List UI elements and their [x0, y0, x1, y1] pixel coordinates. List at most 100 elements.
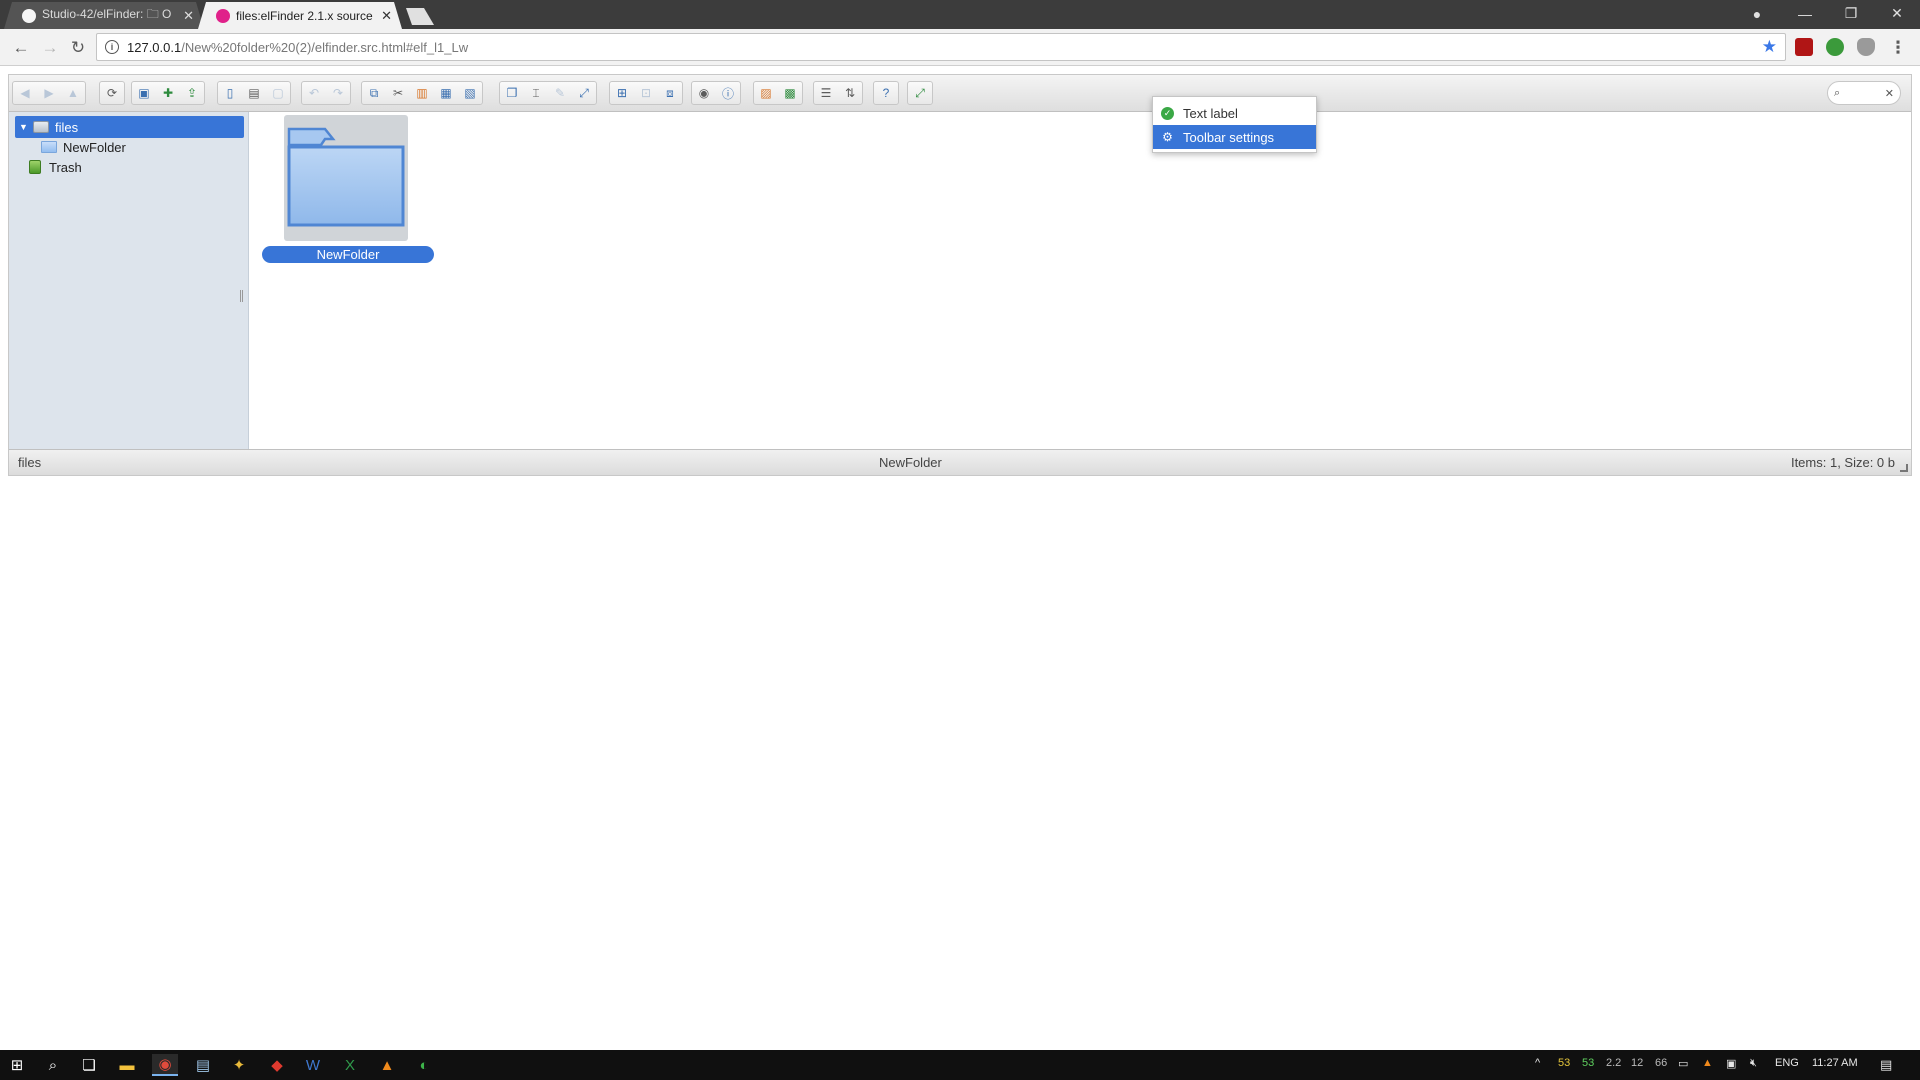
help-icon[interactable]: ? [874, 82, 898, 104]
file-item[interactable]: NewFolder [262, 115, 434, 263]
tree-item-label: NewFolder [63, 139, 126, 155]
tray-value: 12 [1631, 1057, 1644, 1069]
acrobat-icon[interactable]: ◆ [264, 1054, 290, 1076]
resize-icon[interactable]: ⤢ [572, 82, 596, 104]
tree-item-label: files [55, 119, 79, 135]
rename-icon[interactable]: ⌶ [524, 82, 548, 104]
upload-icon[interactable]: ⇪ [180, 82, 204, 104]
select-all-icon[interactable]: ⊞ [610, 82, 634, 104]
chrome-icon[interactable]: ◉ [152, 1054, 178, 1076]
status-summary: Items: 1, Size: 0 b [1790, 455, 1895, 470]
address-bar[interactable]: i 127.0.0.1 /New%20folder%20(2)/elfinder… [96, 33, 1786, 61]
reload-button-set: ⟳ [99, 81, 125, 105]
paste-icon[interactable]: ▥ [410, 82, 434, 104]
archive-button-set: ⊞ ⊡ ⧈ [609, 81, 683, 105]
menu-item-toolbar-settings[interactable]: ⚙ Toolbar settings [1153, 125, 1316, 149]
tray-chevron-icon[interactable]: ^ [1535, 1057, 1540, 1069]
cut-icon[interactable]: ✂ [386, 82, 410, 104]
language-indicator[interactable]: ENG [1775, 1057, 1799, 1069]
duplicate-icon[interactable]: ❐ [500, 82, 524, 104]
extension-globe-icon[interactable] [1826, 38, 1844, 56]
folder-icon [287, 127, 405, 227]
restore-button[interactable]: ❐ [1828, 0, 1874, 27]
tray-value: 53 [1558, 1057, 1571, 1069]
toolbar-context-menu: ✓ Text label ⚙ Toolbar settings [1152, 96, 1317, 153]
close-window-button[interactable]: ✕ [1874, 0, 1920, 27]
pdf-extension-icon[interactable] [1795, 38, 1813, 56]
battery-icon[interactable]: ▭ [1678, 1057, 1688, 1070]
tab-elfinder[interactable]: files:elFinder 2.1.x source ✕ [198, 2, 402, 29]
profile-icon[interactable]: ● [1734, 0, 1780, 27]
elfinder-toolbar: ◀ ▶ ▲ ⟳ ▣ ✚ ⇪ ▯ ▤ ▢ ↶ ↷ ⧉ ✂ ▥ ▦ ▧ ❐ ⌶ ✎ … [9, 75, 1911, 112]
cwd-file-area[interactable]: NewFolder [250, 112, 1911, 450]
resize-grip-icon[interactable] [1900, 464, 1908, 472]
volume-muted-icon[interactable]: 🔇︎ [1750, 1057, 1757, 1070]
info-icon[interactable]: ⓘ [716, 82, 740, 104]
menu-kebab-icon[interactable]: ⋮ [1886, 36, 1910, 60]
extract-icon[interactable]: ▨ [754, 82, 778, 104]
shield-extension-icon[interactable] [1857, 38, 1875, 56]
tab-title: Studio-42/elFinder: 🗀 O [42, 7, 172, 21]
tree-item-files[interactable]: ▼ files [15, 116, 244, 138]
network-icon[interactable]: ▣ [1726, 1057, 1736, 1070]
download-icon[interactable]: ▤ [242, 82, 266, 104]
forward-arrow-icon[interactable]: → [38, 36, 62, 60]
copy-icon[interactable]: ⧉ [362, 82, 386, 104]
search-input[interactable] [1844, 85, 1883, 101]
expand-arrow-icon[interactable]: ▼ [19, 122, 29, 132]
open-icon[interactable]: ▯ [218, 82, 242, 104]
back-arrow-icon[interactable]: ← [9, 36, 33, 60]
file-name[interactable]: NewFolder [262, 246, 434, 263]
redo-icon[interactable]: ↷ [326, 82, 350, 104]
new-folder-icon[interactable]: ▣ [132, 82, 156, 104]
clock[interactable]: 11:27 AM [1812, 1057, 1858, 1069]
status-path[interactable]: files [18, 455, 41, 470]
app-globe-icon[interactable]: ◐ [411, 1054, 437, 1076]
notepad-icon[interactable]: ▤ [190, 1054, 216, 1076]
navbar-resize-handle[interactable] [240, 290, 243, 302]
search-box[interactable]: ⌕ ✕ [1827, 81, 1901, 105]
menu-item-label: Text label [1183, 105, 1238, 121]
delete-icon[interactable]: ▦ [434, 82, 458, 104]
vlc-tray-icon[interactable]: ▲ [1702, 1057, 1713, 1069]
tree-item-trash[interactable]: Trash [29, 156, 82, 178]
action-center-icon[interactable]: ▤ [1880, 1057, 1892, 1073]
up-icon[interactable]: ▲ [61, 82, 85, 104]
word-icon[interactable]: W [300, 1054, 326, 1076]
list-view-icon[interactable]: ☰ [814, 82, 838, 104]
getfile-icon[interactable]: ▢ [266, 82, 290, 104]
bookmark-star-icon[interactable]: ★ [1762, 37, 1777, 57]
reload-icon[interactable]: ⟳ [100, 82, 124, 104]
edit-icon[interactable]: ✎ [548, 82, 572, 104]
preview-eye-icon[interactable]: ◉ [692, 82, 716, 104]
search-icon[interactable]: ⌕ [40, 1054, 66, 1076]
select-none-icon[interactable]: ⊡ [634, 82, 658, 104]
minimize-button[interactable]: — [1782, 0, 1828, 27]
menu-item-text-label[interactable]: ✓ Text label [1153, 101, 1316, 125]
archive-icon[interactable]: ▩ [778, 82, 802, 104]
new-tab-button[interactable] [402, 8, 434, 25]
close-icon[interactable]: ✕ [381, 8, 392, 24]
sort-icon[interactable]: ⇅ [838, 82, 862, 104]
clear-search-icon[interactable]: ✕ [1885, 87, 1894, 100]
tree-item-newfolder[interactable]: NewFolder [41, 136, 126, 158]
select-invert-icon[interactable]: ⧈ [658, 82, 682, 104]
info-icon[interactable]: i [105, 40, 119, 54]
excel-icon[interactable]: X [337, 1054, 363, 1076]
tab-github[interactable]: Studio-42/elFinder: 🗀 O ✕ [4, 2, 204, 29]
fullscreen-icon[interactable]: ⤢ [908, 82, 932, 104]
github-icon [22, 9, 36, 23]
back-icon[interactable]: ◀ [13, 82, 37, 104]
reload-icon[interactable]: ↻ [66, 36, 90, 60]
empty-icon[interactable]: ▧ [458, 82, 482, 104]
undo-icon[interactable]: ↶ [302, 82, 326, 104]
start-windows-icon[interactable]: ⊞ [4, 1054, 30, 1076]
vlc-icon[interactable]: ▲ [374, 1054, 400, 1076]
close-icon[interactable]: ✕ [183, 8, 194, 24]
forward-icon[interactable]: ▶ [37, 82, 61, 104]
file-explorer-icon[interactable]: ▬ [114, 1054, 140, 1076]
task-view-icon[interactable]: ❏ [76, 1054, 102, 1076]
app-bulb-icon[interactable]: ✦ [226, 1054, 252, 1076]
drive-icon [33, 121, 49, 133]
new-file-icon[interactable]: ✚ [156, 82, 180, 104]
